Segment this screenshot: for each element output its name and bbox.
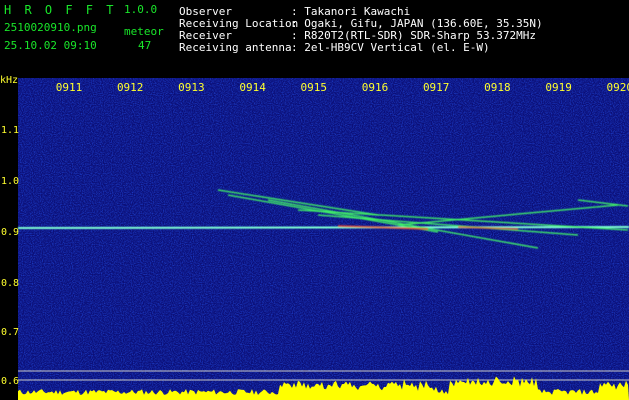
freq-tick-label: 1.0 xyxy=(1,176,19,187)
time-tick-label: 0918 xyxy=(484,81,511,94)
spectrogram-noise xyxy=(18,78,629,400)
carrier-line xyxy=(17,226,629,229)
time-tick-label: 0919 xyxy=(545,81,572,94)
time-tick-label: 0916 xyxy=(362,81,389,94)
y-axis-unit: kHz xyxy=(0,75,18,86)
time-tick-label: 0915 xyxy=(301,81,328,94)
time-tick-label: 0914 xyxy=(239,81,266,94)
time-tick-label: 0920 xyxy=(607,81,629,94)
freq-tick-label: 0.7 xyxy=(1,327,19,338)
time-tick-label: 0913 xyxy=(178,81,205,94)
freq-tick-label: 0.6 xyxy=(1,376,19,387)
freq-tick-label: 0.9 xyxy=(1,227,19,238)
time-tick-label: 0911 xyxy=(56,81,83,94)
freq-tick-label: 1.1 xyxy=(1,125,19,136)
freq-tick-label: 0.8 xyxy=(1,278,19,289)
time-tick-label: 0912 xyxy=(117,81,144,94)
spectrogram: kHz 1.1 1.0 0.9 0.8 0.7 0.6 0911 0912 0913 0914 0… xyxy=(0,75,629,400)
time-tick-label: 0917 xyxy=(423,81,450,94)
